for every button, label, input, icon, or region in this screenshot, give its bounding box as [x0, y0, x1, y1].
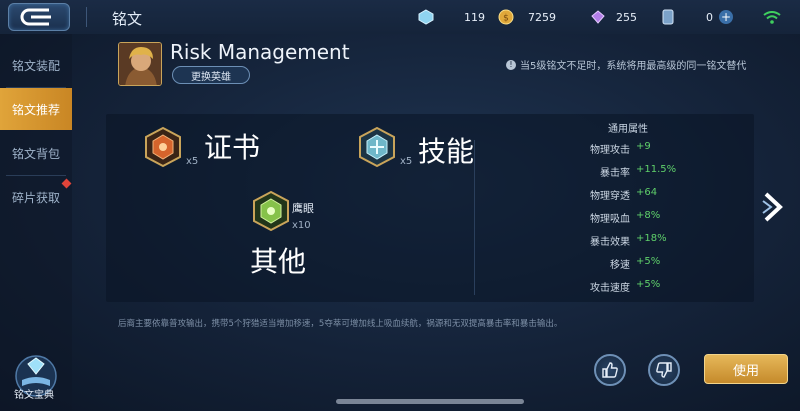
rune-notice: ! 当5级铭文不足时，系统将用最高级的同一铭文替代: [506, 57, 746, 72]
plus-icon[interactable]: +: [719, 10, 733, 24]
page-title: 铭文: [112, 10, 143, 28]
stat-value: +9: [636, 141, 651, 152]
blue-gem-icon: [418, 9, 434, 25]
rune-count: x5: [186, 156, 199, 167]
next-arrow-icon[interactable]: [762, 192, 786, 222]
rune-count: x10: [292, 220, 311, 231]
currency-coins-value: 7259: [528, 10, 556, 24]
use-button[interactable]: 使用: [704, 354, 788, 384]
svg-text:$: $: [503, 14, 509, 24]
home-indicator[interactable]: [336, 399, 524, 404]
blue-rune-icon[interactable]: [356, 126, 398, 168]
back-arrow-icon: [20, 8, 51, 26]
panel-divider: [474, 140, 475, 295]
thumbs-down-icon: [656, 362, 672, 378]
stat-name: 暴击率: [600, 168, 630, 179]
stat-name: 暴击效果: [590, 237, 630, 248]
stats-title: 通用属性: [608, 124, 648, 135]
stat-value: +18%: [636, 233, 667, 244]
stat-value: +5%: [636, 279, 661, 290]
stat-value: +64: [636, 187, 658, 198]
sidebar-item-label: 铭文背包: [11, 146, 60, 161]
stat-value: +5%: [636, 256, 661, 267]
title-divider: [86, 7, 87, 27]
currency-voucher: 0 +: [660, 8, 733, 26]
sidebar-item-label: 铭文推荐: [11, 102, 60, 117]
rune-codex-label: 铭文宝典: [14, 390, 54, 401]
currency-voucher-value: 0: [706, 10, 713, 24]
sidebar-item-label: 碎片获取: [11, 190, 60, 205]
sidebar-item-rune-bag[interactable]: 铭文背包: [0, 132, 72, 174]
stat-name: 移速: [610, 260, 630, 271]
hero-avatar: [118, 42, 162, 86]
green-rune-icon[interactable]: [250, 190, 292, 232]
like-button[interactable]: [594, 354, 626, 386]
stat-name: 物理攻击: [590, 145, 630, 156]
rune-notice-text: 当5级铭文不足时，系统将用最高级的同一铭文替代: [520, 61, 747, 72]
sidebar-item-label: 铭文装配: [11, 58, 60, 73]
rune-group-label: 技能: [418, 135, 475, 168]
purple-crystal-icon: [591, 10, 605, 24]
stat-name: 物理吸血: [590, 214, 630, 225]
sidebar-item-rune-recommend[interactable]: 铭文推荐: [0, 88, 72, 130]
wifi-icon: [763, 11, 781, 24]
currency-gems-value: 119: [464, 10, 485, 24]
currency-crystals-value: 255: [616, 10, 637, 24]
rune-name: 鹰眼: [292, 202, 314, 215]
stat-name: 物理穿透: [590, 191, 630, 202]
stat-value: +11.5%: [636, 164, 677, 175]
back-button[interactable]: [8, 3, 70, 31]
sidebar-item-rune-assembly[interactable]: 铭文装配: [0, 44, 72, 86]
red-rune-icon[interactable]: [142, 126, 184, 168]
dislike-button[interactable]: [648, 354, 680, 386]
info-icon: !: [506, 59, 516, 70]
currency-coins: $ 7259: [498, 8, 556, 26]
stat-name: 攻击速度: [590, 283, 630, 294]
hero-name: Risk Management: [170, 40, 350, 64]
voucher-icon: [662, 9, 674, 25]
recommend-description: 后裔主要依靠普攻输出，携带5个狩猎适当增加移速，5夺萃可增加线上吸血续航，祸源和…: [118, 319, 563, 329]
rune-group-label: 其他: [250, 245, 307, 278]
change-hero-button[interactable]: 更换英雄: [172, 66, 250, 84]
currency-gems: 119: [418, 8, 485, 26]
rune-group-label: 证书: [204, 131, 261, 164]
thumbs-up-icon: [602, 362, 618, 378]
currency-crystals: 255: [590, 8, 637, 26]
rune-count: x5: [400, 156, 413, 167]
stat-value: +8%: [636, 210, 661, 221]
gold-coin-icon: $: [498, 9, 514, 25]
